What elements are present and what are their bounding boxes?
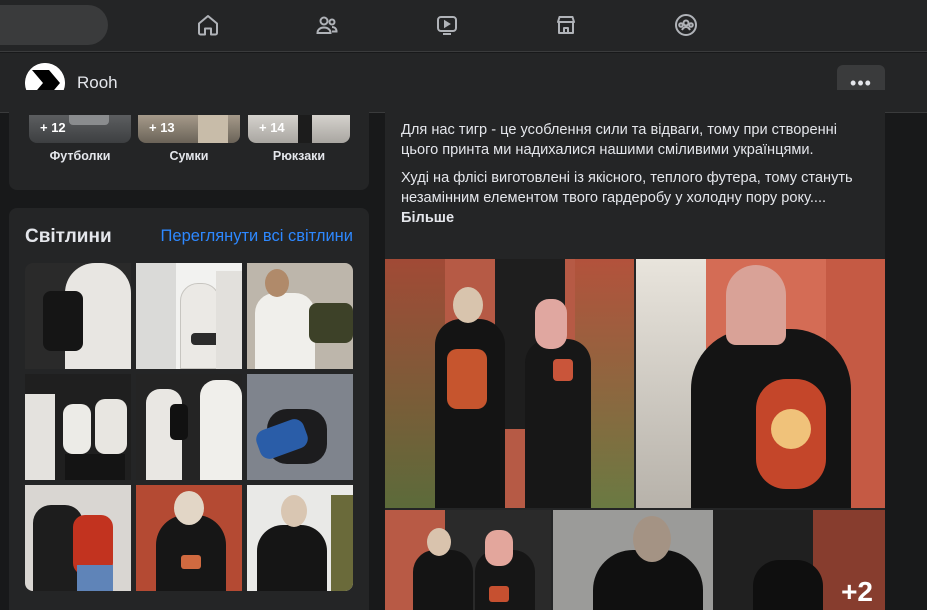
friends-icon[interactable] (314, 12, 340, 38)
category-count: + 12 (40, 120, 66, 135)
post-paragraph-text: Худі на флісі виготовлені із якісного, т… (401, 170, 853, 206)
photos-grid (25, 263, 353, 591)
post-photo[interactable]: +2 (553, 510, 885, 610)
photo-thumbnail[interactable] (25, 263, 131, 369)
category-count: + 14 (259, 120, 285, 135)
category-thumbnail[interactable]: + 13 (138, 115, 240, 143)
photos-card: Світлини Переглянути всі світлини (9, 208, 369, 610)
watch-icon[interactable] (434, 12, 460, 38)
category-label[interactable]: Рюкзаки (248, 149, 350, 163)
category-count: + 13 (149, 120, 175, 135)
category-item[interactable]: + 13 Сумки (138, 115, 240, 163)
category-label[interactable]: Футболки (29, 149, 131, 163)
category-card: + 12 Футболки + 13 Сумки + 14 Рюкзаки (9, 90, 369, 190)
photo-thumbnail[interactable] (247, 263, 353, 369)
post-card: Для нас тигр - це усоблення сили та відв… (385, 90, 885, 610)
post-photo[interactable] (385, 259, 634, 508)
more-photos-count[interactable]: +2 (841, 576, 873, 608)
photo-thumbnail[interactable] (25, 485, 131, 591)
search-input[interactable] (0, 5, 108, 45)
view-all-photos-link[interactable]: Переглянути всі світлини (161, 227, 353, 246)
top-navigation (0, 0, 927, 52)
photos-title[interactable]: Світлини (25, 226, 112, 248)
photo-thumbnail[interactable] (136, 374, 242, 480)
marketplace-icon[interactable] (553, 12, 579, 38)
category-item[interactable]: + 12 Футболки (29, 115, 131, 163)
post-photo[interactable] (636, 259, 885, 508)
category-thumbnail[interactable]: + 14 (248, 115, 350, 143)
groups-icon[interactable] (673, 12, 699, 38)
photo-thumbnail[interactable] (25, 374, 131, 480)
category-item[interactable]: + 14 Рюкзаки (248, 115, 350, 163)
category-thumbnail[interactable]: + 12 (29, 115, 131, 143)
photo-thumbnail[interactable] (247, 485, 353, 591)
post-paragraph: Для нас тигр - це усоблення сили та відв… (401, 122, 837, 158)
see-more-link[interactable]: Більше (401, 210, 454, 226)
post-text: Для нас тигр - це усоблення сили та відв… (401, 120, 871, 236)
photo-thumbnail[interactable] (136, 263, 242, 369)
post-paragraph: Худі на флісі виготовлені із якісного, т… (401, 168, 871, 228)
photo-thumbnail[interactable] (136, 485, 242, 591)
home-icon[interactable] (195, 12, 221, 38)
photo-thumbnail[interactable] (247, 374, 353, 480)
post-photo[interactable] (385, 510, 551, 610)
category-label[interactable]: Сумки (138, 149, 240, 163)
